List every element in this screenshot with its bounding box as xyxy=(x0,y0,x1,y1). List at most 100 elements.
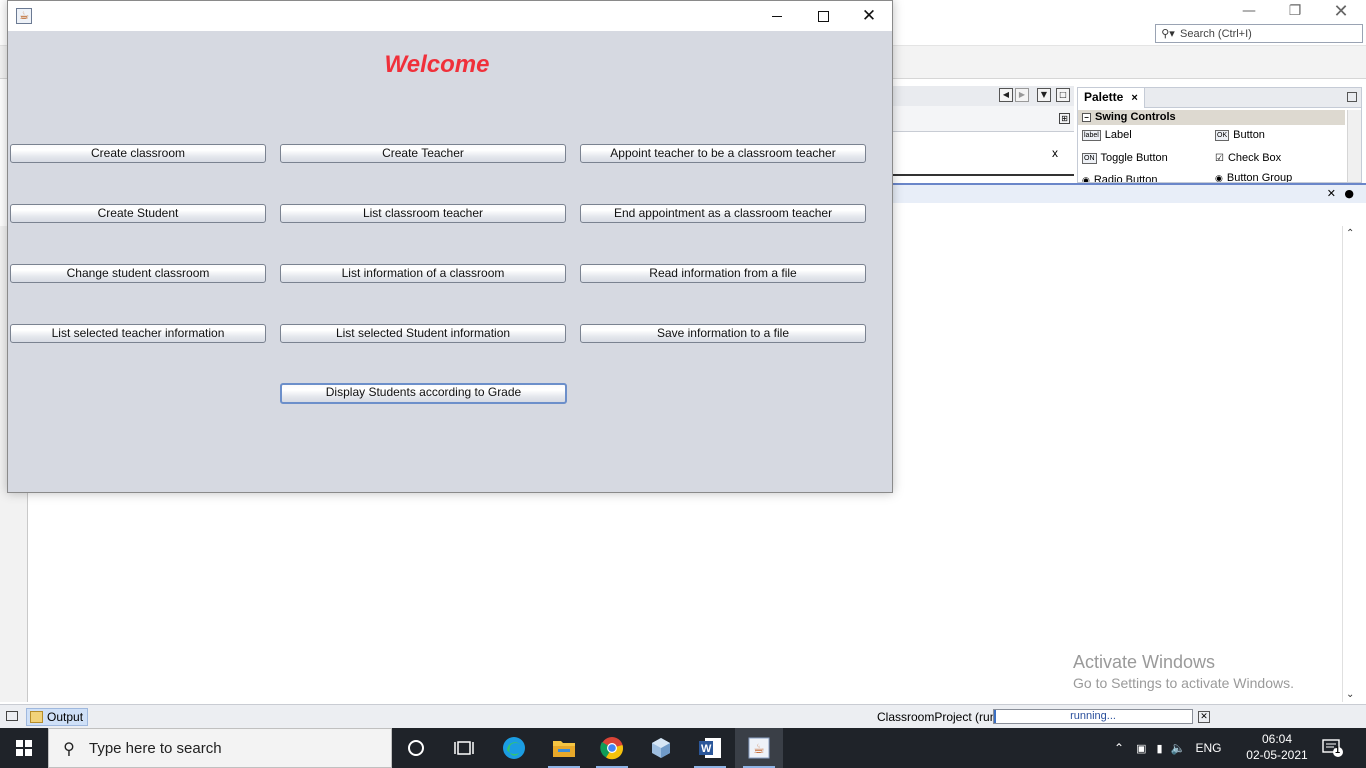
clock[interactable]: 06:04 02-05-2021 xyxy=(1244,731,1310,763)
classroom-app-window: ☕ ✕ Welcome Create classroom Create Teac… xyxy=(7,0,893,493)
clock-time: 06:04 xyxy=(1261,732,1293,746)
chrome-browser-icon[interactable] xyxy=(588,728,636,768)
windows-taskbar: ⚲ Type here to search W ☕ ⌃ ▣ ▮ 🔈 ENG 06… xyxy=(0,728,1366,768)
java-icon[interactable]: ☕ xyxy=(16,8,32,24)
label-icon: label xyxy=(1082,129,1101,141)
create-student-button[interactable]: Create Student xyxy=(10,204,266,223)
list-classroom-teacher-button[interactable]: List classroom teacher xyxy=(280,204,566,223)
editor-close-icon[interactable]: x xyxy=(1052,146,1058,160)
tab-output[interactable]: Output xyxy=(26,708,89,726)
palette-tab-label: Palette xyxy=(1084,90,1124,104)
welcome-title: Welcome xyxy=(384,51,490,78)
palette-item-check-box[interactable]: ☑ Check Box xyxy=(1215,152,1281,164)
list-teacher-info-button[interactable]: List selected teacher information xyxy=(10,324,266,343)
palette-item-button-group[interactable]: ◉ Button Group xyxy=(1215,172,1292,183)
taskbar-search-placeholder: Type here to search xyxy=(89,739,222,757)
palette-scrollbar[interactable] xyxy=(1347,110,1361,182)
button-icon: OK xyxy=(1215,129,1230,141)
palette-category[interactable]: − Swing Controls xyxy=(1078,110,1345,125)
palette-item-toggle-button[interactable]: ON Toggle Button xyxy=(1082,152,1168,164)
stop-process-icon[interactable]: ✕ xyxy=(1198,711,1210,723)
appoint-teacher-button[interactable]: Appoint teacher to be a classroom teache… xyxy=(580,144,866,163)
watermark-title: Activate Windows xyxy=(1073,652,1216,672)
editor-area: x xyxy=(892,132,1074,176)
palette-category-label: Swing Controls xyxy=(1095,111,1176,123)
watermark-subtitle: Go to Settings to activate Windows. xyxy=(1073,675,1294,691)
meet-now-icon[interactable]: ▣ xyxy=(1136,742,1146,755)
app-minimize-button[interactable] xyxy=(754,1,800,31)
scroll-right-icon[interactable]: ▶ xyxy=(1015,88,1029,102)
tab-list-icon[interactable]: ▼ xyxy=(1037,88,1051,102)
button-group-icon: ◉ xyxy=(1215,172,1223,183)
cortana-icon[interactable] xyxy=(392,728,440,768)
ide-search-placeholder: Search (Ctrl+I) xyxy=(1180,27,1252,40)
close-icon[interactable]: ✕ xyxy=(1327,187,1336,200)
search-icon[interactable]: ⚲▾ xyxy=(1156,25,1180,42)
edge-browser-icon[interactable] xyxy=(490,728,538,768)
save-file-button[interactable]: Save information to a file xyxy=(580,324,866,343)
create-classroom-button[interactable]: Create classroom xyxy=(10,144,266,163)
ide-search-box[interactable]: ⚲▾ Search (Ctrl+I) xyxy=(1155,24,1363,43)
output-scrollbar[interactable]: ⌃ ⌄ xyxy=(1342,226,1360,702)
system-tray: ⌃ ▣ ▮ 🔈 ENG xyxy=(1114,728,1222,768)
list-student-info-button[interactable]: List selected Student information xyxy=(280,324,566,343)
notification-center-icon[interactable]: 1 xyxy=(1322,738,1344,758)
taskbar-search-box[interactable]: ⚲ Type here to search xyxy=(48,728,392,768)
palette-item-radio-button[interactable]: ◉ Radio Button xyxy=(1082,174,1157,183)
app-maximize-button[interactable] xyxy=(800,1,846,31)
start-button[interactable] xyxy=(0,728,48,768)
chevron-up-icon[interactable]: ⌃ xyxy=(1346,228,1354,239)
ide-status-bar: Output ClassroomProject (run) running...… xyxy=(0,704,1366,728)
windows-logo-icon xyxy=(16,740,32,756)
output-tab-label: Output xyxy=(47,710,84,724)
collapse-icon[interactable]: − xyxy=(1082,112,1091,122)
progress-text: running... xyxy=(1070,710,1116,722)
search-icon: ⚲ xyxy=(63,738,75,758)
radio-button-icon: ◉ xyxy=(1082,174,1090,183)
file-explorer-icon[interactable] xyxy=(540,728,588,768)
editor-tab-bar: ◀ ▶ ▼ □ xyxy=(892,86,1074,106)
palette-panel: Palette × − Swing Controls label Label OK Bu… xyxy=(1077,87,1362,183)
create-teacher-button[interactable]: Create Teacher xyxy=(280,144,566,163)
notification-badge: 1 xyxy=(1335,745,1341,755)
check-box-icon: ☑ xyxy=(1215,152,1224,164)
ide-restore-button[interactable]: ❐ xyxy=(1272,0,1318,22)
minimize-panel-icon[interactable] xyxy=(1347,92,1357,102)
change-student-classroom-button[interactable]: Change student classroom xyxy=(10,264,266,283)
task-view-icon[interactable] xyxy=(440,728,488,768)
maximize-editor-icon[interactable]: □ xyxy=(1056,88,1070,102)
clock-date: 02-05-2021 xyxy=(1246,748,1308,762)
split-icon[interactable]: ⊞ xyxy=(1059,113,1070,124)
volume-icon[interactable]: 🔈 xyxy=(1171,741,1186,755)
restore-window-icon[interactable] xyxy=(6,711,18,721)
app-close-button[interactable]: ✕ xyxy=(846,1,892,31)
palette-item-button[interactable]: OK Button xyxy=(1215,129,1265,141)
run-progress-bar[interactable]: running... xyxy=(993,709,1193,724)
java-app-icon[interactable]: ☕ xyxy=(735,728,783,768)
chevron-up-icon[interactable]: ⌃ xyxy=(1114,741,1124,755)
editor-toolbar: ⊞ xyxy=(892,106,1074,132)
activate-windows-watermark: Activate Windows Go to Settings to activ… xyxy=(1073,652,1294,691)
virtualbox-cube-icon[interactable] xyxy=(637,728,685,768)
running-project-label: ClassroomProject (run) xyxy=(877,710,1001,724)
language-indicator[interactable]: ENG xyxy=(1195,741,1221,755)
palette-item-label[interactable]: label Label xyxy=(1082,129,1132,141)
palette-tab-bar: Palette × xyxy=(1078,88,1361,108)
display-students-by-grade-button[interactable]: Display Students according to Grade xyxy=(280,383,567,404)
toggle-button-icon: ON xyxy=(1082,152,1097,164)
svg-text:☕: ☕ xyxy=(753,742,765,757)
read-file-button[interactable]: Read information from a file xyxy=(580,264,866,283)
tab-palette[interactable]: Palette × xyxy=(1078,88,1145,108)
chevron-down-icon[interactable]: ⌄ xyxy=(1346,689,1354,700)
output-panel-header: ✕ ● xyxy=(892,183,1366,203)
word-icon[interactable]: W xyxy=(686,728,734,768)
scroll-left-icon[interactable]: ◀ xyxy=(999,88,1013,102)
ide-minimize-button[interactable]: — xyxy=(1226,0,1272,22)
output-icon xyxy=(30,711,43,723)
end-appointment-button[interactable]: End appointment as a classroom teacher xyxy=(580,204,866,223)
close-icon[interactable]: × xyxy=(1131,92,1137,104)
list-classroom-info-button[interactable]: List information of a classroom xyxy=(280,264,566,283)
battery-icon[interactable]: ▮ xyxy=(1156,742,1162,755)
ide-close-button[interactable]: ✕ xyxy=(1318,0,1364,22)
panel-menu-icon[interactable]: ● xyxy=(1344,187,1354,200)
